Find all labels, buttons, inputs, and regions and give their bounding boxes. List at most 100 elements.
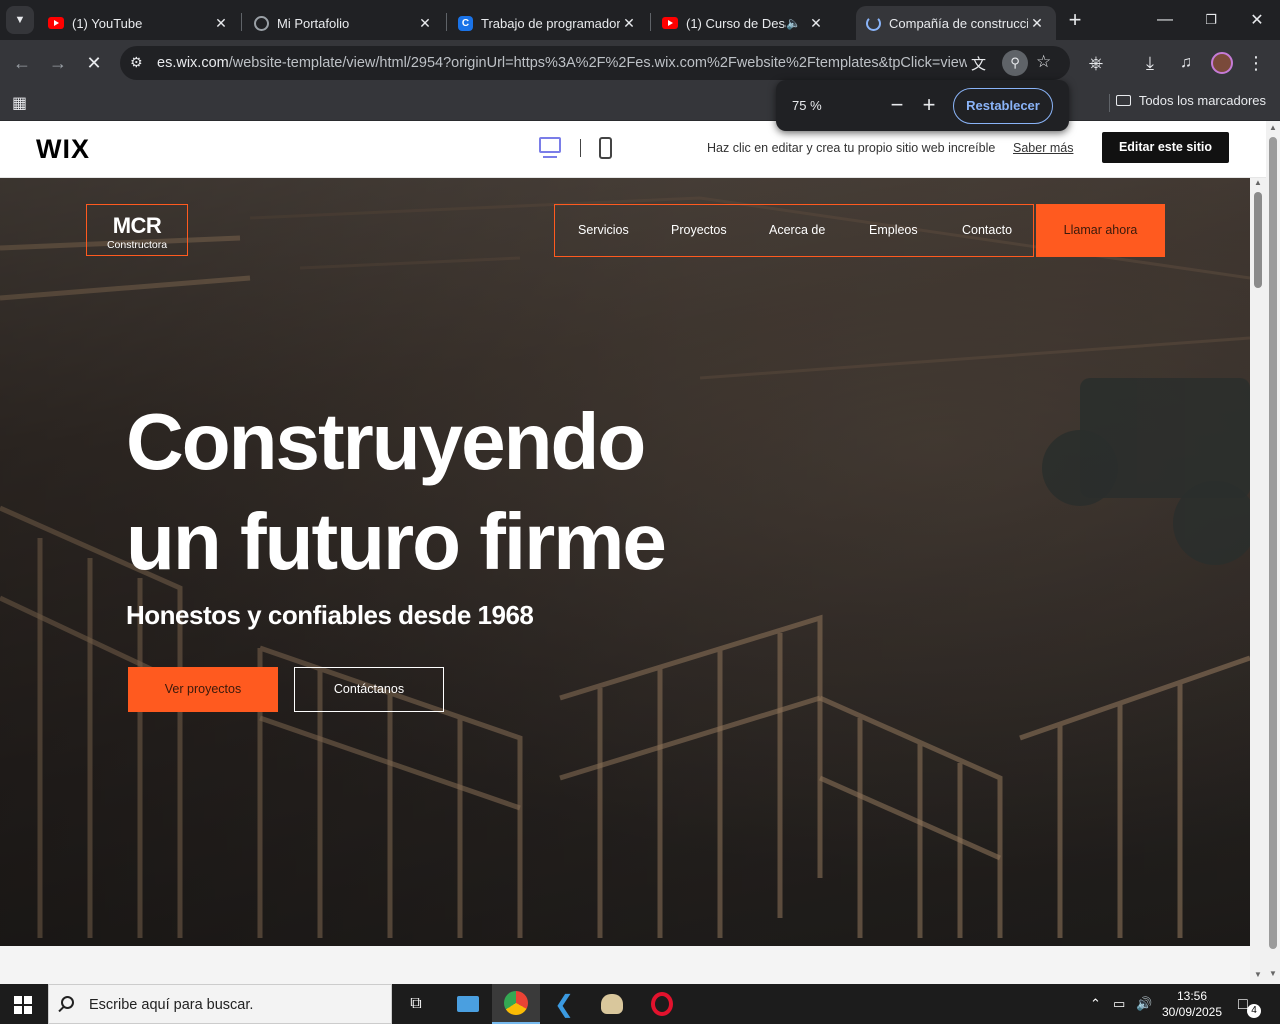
close-icon[interactable]: ✕ [620,15,638,32]
youtube-icon [662,17,678,29]
taskbar-search[interactable]: Escribe aquí para buscar. [48,984,392,1024]
hero-subheadline: Honestos y confiables desde 1968 [126,600,534,630]
globe-icon [254,15,269,31]
zoom-popup: 75 % − + Restablecer [776,80,1069,131]
downloads-button[interactable]: ⤓ [1136,49,1164,77]
tab-trabajo[interactable]: C Trabajo de programador ✕ [448,6,648,40]
minimize-button[interactable]: — [1142,0,1188,40]
file-manager-icon [457,996,479,1012]
close-icon[interactable]: ✕ [416,15,434,32]
tab-portafolio[interactable]: Mi Portafolio ✕ [244,6,444,40]
download-icon: ⤓ [1146,52,1154,73]
taskbar-app-paint[interactable] [588,984,636,1024]
task-view-button[interactable]: ⧉ [392,984,440,1024]
close-icon[interactable]: ✕ [212,15,230,32]
call-now-button[interactable]: Llamar ahora [1036,204,1165,257]
tab-title: (1) Curso de Desarrollo [686,15,786,31]
site-logo[interactable]: MCR Constructora [86,204,188,256]
url-text[interactable]: es.wix.com/website-template/view/html/29… [157,55,967,71]
tab-separator [241,13,242,31]
tab-title: Compañía de construcción [889,15,1028,31]
url-path: /website-template/view/html/2954?originU… [228,55,967,71]
taskbar-app-explorer[interactable] [444,984,492,1024]
stop-button[interactable]: ✕ [80,49,108,77]
folder-icon [1115,95,1131,106]
edit-hint-text: Haz clic en editar y crea tu propio siti… [707,141,996,155]
tab-youtube[interactable]: (1) YouTube ✕ [38,6,240,40]
taskbar-app-opera[interactable] [638,984,686,1024]
hero-headline-line2: un futuro firme [126,497,667,586]
vscode-icon: ❮ [553,990,575,1018]
hero-section: MCR Constructora Servicios Proyectos Ace… [0,178,1250,946]
new-tab-button[interactable]: + [1052,0,1098,40]
site-scroll-thumb[interactable] [1254,192,1262,288]
tab-search-button[interactable]: ▼ [6,6,34,34]
paint-icon [601,994,623,1014]
back-button[interactable]: ← [8,49,36,77]
media-control-icon: ♫ [1180,54,1192,71]
forward-button[interactable]: → [44,49,72,77]
restore-button[interactable]: ❐ [1188,0,1234,40]
media-button[interactable]: ♫ [1172,49,1200,77]
url-domain: es.wix.com [157,55,229,71]
close-icon[interactable]: ✕ [1028,15,1046,32]
apps-grid-icon[interactable]: ▦ [12,93,27,113]
bookmarks-bar: ▦ Todos los marcadores [0,86,1280,121]
volume-icon[interactable]: 🔊 [1136,996,1152,1012]
chevron-up-icon[interactable]: ⌃ [1090,996,1101,1012]
youtube-icon [48,17,64,29]
nav-servicios[interactable]: Servicios [578,223,629,237]
edit-site-button[interactable]: Editar este sitio [1102,132,1229,163]
tab-active[interactable]: Compañía de construcción ✕ [856,6,1056,40]
tab-separator [446,13,447,31]
scroll-up-icon[interactable]: ▲ [1269,123,1277,132]
taskbar-clock[interactable]: 13:56 30/09/2025 [1156,988,1228,1020]
network-icon[interactable]: ▭ [1113,996,1125,1012]
windows-start-icon[interactable] [14,996,32,1014]
nav-empleos[interactable]: Empleos [869,223,918,237]
desktop-view-icon[interactable] [539,137,561,158]
extensions-button[interactable]: ⎈ [1082,49,1110,77]
site-scrollbar[interactable]: ▲ ▼ [1250,178,1266,984]
scroll-up-icon[interactable]: ▲ [1254,178,1262,187]
windows-taskbar: Escribe aquí para buscar. ⧉ ❮ ⌃ ▭ 🔊 13:5… [0,984,1280,1024]
tab-title: Trabajo de programador [481,15,620,31]
nav-proyectos[interactable]: Proyectos [671,223,727,237]
view-projects-button[interactable]: Ver proyectos [128,667,278,712]
mobile-view-icon[interactable] [599,137,612,159]
zoom-reset-button[interactable]: Restablecer [953,88,1053,124]
stop-icon: ✕ [86,52,102,73]
tab-title: Mi Portafolio [277,15,350,31]
zoom-icon[interactable]: ⚲ [1002,50,1028,76]
zoom-out-button[interactable]: − [884,93,910,119]
notification-count-badge: 4 [1247,1004,1261,1018]
scroll-down-icon[interactable]: ▼ [1269,969,1277,978]
menu-button[interactable]: ⋮ [1242,49,1270,77]
scroll-down-icon[interactable]: ▼ [1254,970,1262,979]
contact-us-button[interactable]: Contáctanos [294,667,444,712]
taskbar-app-chrome[interactable] [492,984,540,1024]
zoom-level: 75 % [792,98,822,113]
site-settings-icon[interactable]: ⚙ [130,54,143,71]
zoom-in-button[interactable]: + [916,93,942,119]
profile-button[interactable] [1208,49,1236,77]
taskbar-app-vscode[interactable]: ❮ [540,984,588,1024]
task-view-icon: ⧉ [410,995,422,1012]
speaker-icon[interactable]: 🔈 [786,16,801,30]
nav-contacto[interactable]: Contacto [962,223,1012,237]
arrow-left-icon: ← [13,52,31,73]
translate-icon[interactable]: 文 [971,53,986,74]
wix-logo[interactable]: WIX [36,134,90,165]
tab-curso[interactable]: (1) Curso de Desarrollo 🔈 ✕ [652,6,852,40]
loading-icon [866,15,881,31]
address-bar[interactable]: ⚙ es.wix.com/website-template/view/html/… [120,46,1070,80]
bookmark-star-icon[interactable]: ☆ [1036,52,1051,72]
hero-headline-line1: Construyendo [126,397,646,486]
learn-more-link[interactable]: Saber más [1013,141,1073,155]
page-scroll-thumb[interactable] [1269,137,1277,949]
page-scrollbar[interactable]: ▲ ▼ [1266,121,1280,984]
close-window-button[interactable]: ✕ [1234,0,1280,40]
nav-acerca[interactable]: Acerca de [769,223,825,237]
all-bookmarks-button[interactable]: Todos los marcadores [1115,93,1266,108]
close-icon[interactable]: ✕ [807,15,825,32]
